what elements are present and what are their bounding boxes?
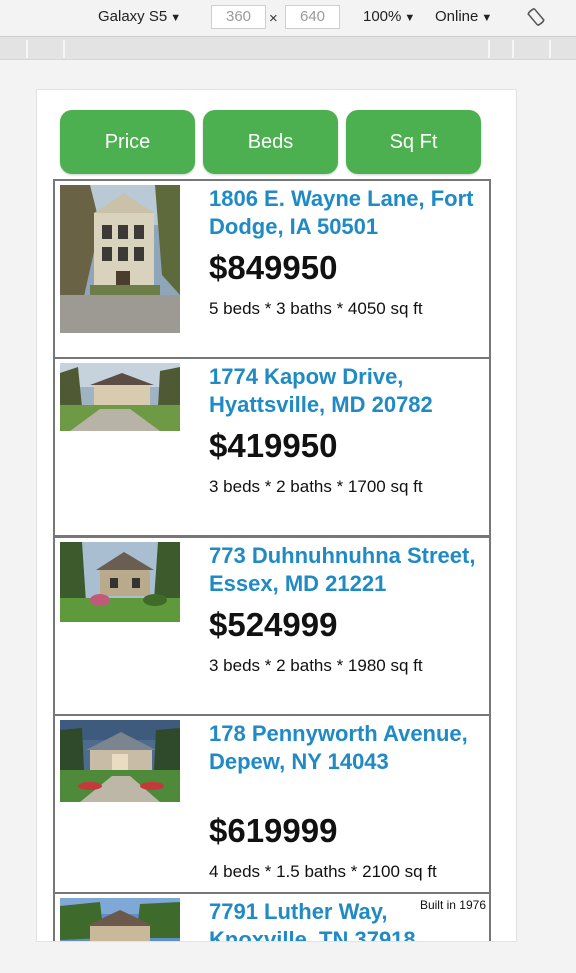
listing-photo — [60, 363, 180, 431]
zoom-select-label: 100% — [363, 8, 402, 25]
listing-card[interactable]: 773 Duhnuhnuhna Street, Essex, MD 21221 … — [53, 536, 491, 716]
viewport-height-input[interactable]: 640 — [285, 5, 340, 29]
chevron-down-icon: ▼ — [481, 12, 493, 24]
sort-price-button[interactable]: Price — [60, 110, 195, 174]
listing-price: $619999 — [209, 812, 338, 849]
listing-specs: 3 beds * 2 baths * 1980 sq ft — [209, 656, 423, 675]
zoom-select[interactable]: 100% ▼ — [363, 8, 415, 25]
listing-card[interactable]: 1806 E. Wayne Lane, Fort Dodge, IA 50501… — [53, 179, 491, 359]
listing-address-link[interactable]: 1774 Kapow Drive, Hyattsville, MD 20782 — [209, 363, 489, 419]
listing-photo — [60, 898, 180, 941]
listing-card[interactable]: 178 Pennyworth Avenue, Depew, NY 14043 $… — [53, 714, 491, 894]
listing-photo — [60, 185, 180, 333]
rotate-device-icon[interactable] — [526, 7, 546, 27]
listing-card[interactable]: 1774 Kapow Drive, Hyattsville, MD 20782 … — [53, 357, 491, 537]
listing-photo — [60, 542, 180, 622]
ruler-tick — [549, 40, 551, 58]
listing-specs: 5 beds * 3 baths * 4050 sq ft — [209, 299, 423, 318]
sort-sqft-button[interactable]: Sq Ft — [346, 110, 481, 174]
built-year-label: Built in 1976 — [419, 898, 486, 912]
device-select-label: Galaxy S5 — [98, 8, 168, 25]
network-select-label: Online — [435, 8, 479, 25]
dimension-separator: × — [269, 10, 278, 27]
listing-address-link[interactable]: 773 Duhnuhnuhna Street, Essex, MD 21221 — [209, 542, 489, 598]
ruler-tick — [26, 40, 28, 58]
listing-specs: 3 beds * 2 baths * 1700 sq ft — [209, 477, 423, 496]
sort-beds-button[interactable]: Beds — [203, 110, 338, 174]
ruler-tick — [512, 40, 514, 58]
chevron-down-icon: ▼ — [170, 12, 182, 24]
device-viewport: Price Beds Sq Ft 1806 E. Wayne Lane, For… — [36, 89, 517, 942]
listing-card[interactable]: 7791 Luther Way, Knoxville, TN 37918 Bui… — [53, 892, 491, 941]
listing-address-link[interactable]: 1806 E. Wayne Lane, Fort Dodge, IA 50501 — [209, 185, 489, 241]
listing-address-link[interactable]: 178 Pennyworth Avenue, Depew, NY 14043 — [209, 720, 489, 776]
listing-photo — [60, 720, 180, 802]
ruler-tick — [63, 40, 65, 58]
listing-price: $849950 — [209, 249, 338, 286]
chevron-down-icon: ▼ — [404, 12, 416, 24]
ruler-tick — [488, 40, 490, 58]
viewport-width-input[interactable]: 360 — [211, 5, 266, 29]
network-throttle-select[interactable]: Online ▼ — [435, 8, 492, 25]
media-query-ruler — [0, 36, 576, 60]
devtools-toolbar: Galaxy S5 ▼ 360 × 640 100% ▼ Online ▼ — [0, 0, 576, 36]
device-select[interactable]: Galaxy S5 ▼ — [98, 8, 181, 25]
listing-specs: 4 beds * 1.5 baths * 2100 sq ft — [209, 862, 437, 881]
listing-price: $419950 — [209, 427, 338, 464]
listing-price: $524999 — [209, 606, 338, 643]
